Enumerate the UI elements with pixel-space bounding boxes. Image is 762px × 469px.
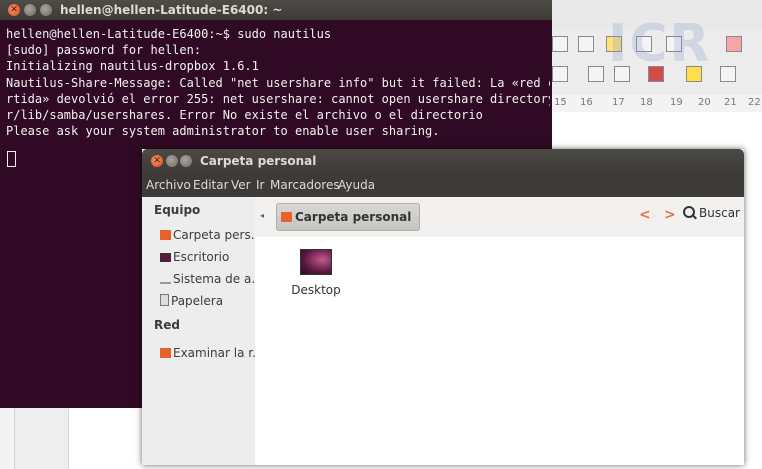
- toolbar-icon[interactable]: [552, 36, 568, 52]
- sidebar-item-label: Carpeta pers...: [173, 228, 263, 242]
- file-manager-window[interactable]: ✕ Carpeta personal Archivo Editar Ver Ir…: [142, 149, 744, 465]
- search-icon: [683, 206, 695, 218]
- minimize-icon[interactable]: [166, 155, 178, 167]
- ruler-number: 21: [724, 97, 737, 108]
- toolbar-icon[interactable]: [726, 36, 742, 52]
- minimize-icon[interactable]: [24, 4, 36, 16]
- sidebar-item-label: Escritorio: [173, 250, 230, 264]
- maximize-icon[interactable]: [40, 4, 52, 16]
- sidebar-item-home[interactable]: Carpeta pers...: [160, 226, 262, 244]
- sidebar-item-network[interactable]: Examinar la r...: [160, 344, 264, 362]
- ruler-number: 18: [640, 97, 653, 108]
- terminal-cursor: [7, 151, 16, 167]
- vertical-ruler: [0, 404, 15, 469]
- terminal-line: Nautilus-Share-Message: Called "net user…: [6, 75, 550, 90]
- forward-icon[interactable]: >: [664, 207, 676, 223]
- toolbar-icon[interactable]: [588, 66, 604, 82]
- search-button[interactable]: Buscar: [683, 206, 740, 220]
- writer-logo: ICR: [608, 14, 712, 74]
- path-scroll-left-icon[interactable]: ◂: [260, 211, 270, 221]
- menu-ayuda[interactable]: Ayuda: [338, 178, 375, 192]
- writer-ruler: 15 16 17 18 19 20 21 22: [548, 94, 762, 113]
- writer-page-left[interactable]: [68, 404, 143, 469]
- terminal-line: r/lib/samba/usershares. Error No existe …: [6, 108, 483, 123]
- menu-editar[interactable]: Editar: [193, 178, 229, 192]
- file-manager-title: Carpeta personal: [200, 154, 317, 168]
- back-icon[interactable]: <: [639, 207, 651, 223]
- terminal-line: [sudo] password for hellen:: [6, 43, 202, 58]
- file-manager-toolbar: ◂ Carpeta personal < > Buscar: [255, 197, 744, 237]
- sidebar-item-filesystem[interactable]: Sistema de a...: [160, 270, 263, 288]
- places-sidebar: Equipo Carpeta pers... Escritorio Sistem…: [142, 197, 264, 465]
- terminal-output: hellen@hellen-Latitude-E6400:~$ sudo nau…: [6, 26, 550, 139]
- desktop-icon: [160, 253, 171, 262]
- breadcrumb-home[interactable]: Carpeta personal: [276, 203, 421, 231]
- writer-left-area: [0, 404, 143, 469]
- file-manager-titlebar[interactable]: ✕ Carpeta personal: [142, 149, 744, 174]
- sidebar-section-red: Red: [154, 318, 180, 332]
- menu-ir[interactable]: Ir: [256, 178, 264, 192]
- filesystem-icon: [160, 276, 171, 284]
- sidebar-section-equipo: Equipo: [154, 203, 201, 217]
- menu-marcadores[interactable]: Marcadores: [270, 178, 340, 192]
- terminal-line: hellen@hellen-Latitude-E6400:~$ sudo nau…: [6, 27, 332, 41]
- menu-bar: Archivo Editar Ver Ir Marcadores Ayuda: [142, 174, 744, 197]
- home-folder-icon: [281, 212, 292, 222]
- ruler-number: 22: [748, 97, 761, 108]
- toolbar-icon[interactable]: [578, 36, 594, 52]
- sidebar-item-label: Examinar la r...: [173, 346, 264, 360]
- terminal-line: rtida» devolvió el error 255: net usersh…: [6, 91, 550, 106]
- ruler-number: 20: [698, 97, 711, 108]
- desktop-folder-icon: [300, 249, 332, 275]
- ruler-number: 15: [554, 97, 567, 108]
- sidebar-item-trash[interactable]: Papelera: [160, 292, 223, 310]
- file-name: Desktop: [291, 283, 341, 297]
- toolbar-icon[interactable]: [552, 66, 568, 82]
- close-icon[interactable]: ✕: [8, 4, 20, 16]
- sidebar-item-label: Papelera: [171, 294, 224, 308]
- file-item[interactable]: Desktop: [255, 237, 385, 307]
- menu-archivo[interactable]: Archivo: [146, 178, 191, 192]
- terminal-titlebar[interactable]: ✕ hellen@hellen-Latitude-E6400: ~: [0, 0, 552, 20]
- maximize-icon[interactable]: [180, 155, 192, 167]
- close-icon[interactable]: ✕: [151, 155, 163, 167]
- toolbar-icon[interactable]: [720, 66, 736, 82]
- network-icon: [160, 348, 171, 358]
- ruler-number: 16: [580, 97, 593, 108]
- file-view[interactable]: Desktop: [255, 237, 744, 465]
- ruler-number: 17: [612, 97, 625, 108]
- trash-icon: [160, 294, 169, 306]
- terminal-title: hellen@hellen-Latitude-E6400: ~: [60, 3, 283, 17]
- terminal-line: Please ask your system administrator to …: [6, 124, 440, 139]
- menu-ver[interactable]: Ver: [231, 178, 251, 192]
- terminal-line: Initializing nautilus-dropbox 1.6.1: [6, 59, 259, 74]
- ruler-number: 19: [670, 97, 683, 108]
- home-folder-icon: [160, 230, 171, 240]
- sidebar-item-label: Sistema de a...: [173, 272, 263, 286]
- search-label: Buscar: [699, 206, 740, 220]
- sidebar-item-desktop[interactable]: Escritorio: [160, 248, 229, 266]
- breadcrumb-label: Carpeta personal: [295, 210, 412, 224]
